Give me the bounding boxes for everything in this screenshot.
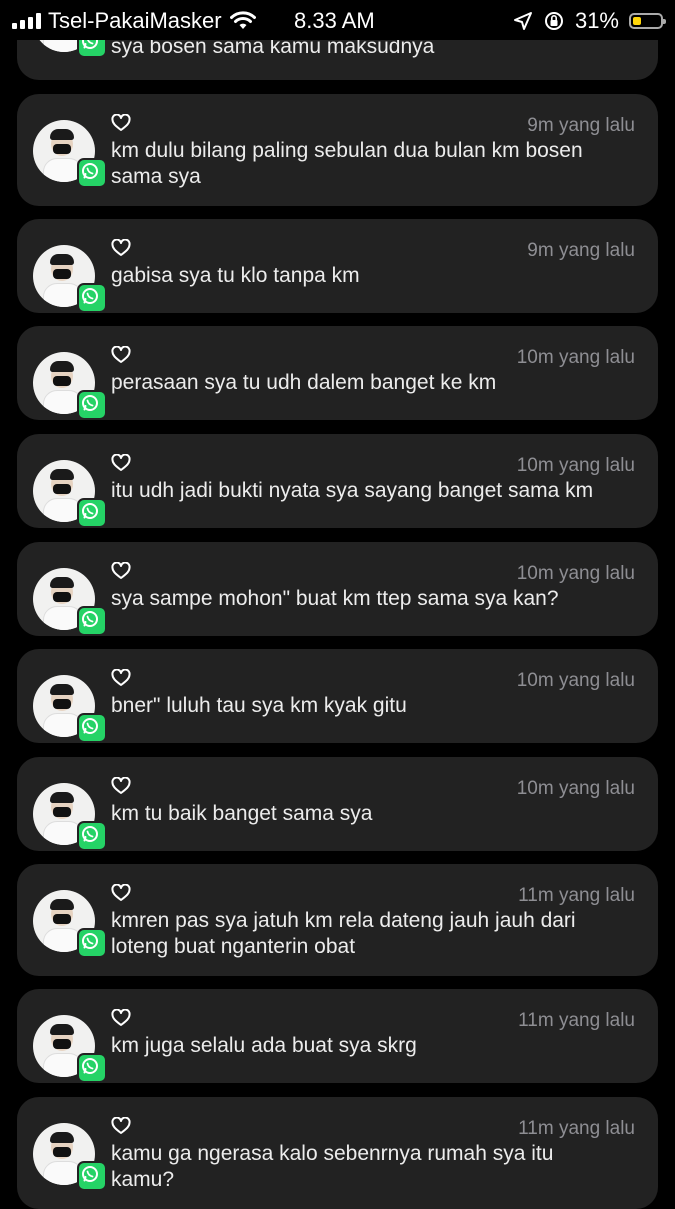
- whatsapp-icon: [77, 606, 107, 636]
- signal-icon: [12, 13, 41, 29]
- heart-icon[interactable]: [111, 114, 131, 132]
- battery-percent: 31%: [574, 8, 619, 33]
- heart-icon[interactable]: [111, 1009, 131, 1027]
- battery-level: [633, 17, 642, 25]
- heart-icon[interactable]: [111, 562, 131, 580]
- notification-message: itu udh jadi bukti nyata sya sayang bang…: [111, 479, 594, 502]
- notification-time: 11m yang lalu: [518, 1010, 635, 1031]
- notification-message: kamu ga ngerasa kalo sebenrnya rumah sya…: [111, 1142, 554, 1191]
- location-arrow-icon: [513, 12, 532, 30]
- notification-time: 11m yang lalu: [518, 1118, 635, 1139]
- notification-time: 10m yang lalu: [516, 347, 635, 368]
- notification-message: sya sampe mohon" buat km ttep sama sya k…: [111, 587, 559, 610]
- whatsapp-icon: [77, 713, 107, 743]
- notification-message: km tu baik banget sama sya: [111, 802, 373, 825]
- whatsapp-icon: [77, 283, 107, 313]
- whatsapp-icon: [77, 821, 107, 851]
- whatsapp-icon: [77, 1161, 107, 1191]
- notification-time: 10m yang lalu: [516, 455, 635, 476]
- status-bar: Tsel-PakaiMasker 8.33 AM 31%: [0, 0, 675, 40]
- heart-icon[interactable]: [111, 346, 131, 364]
- notification-card[interactable]: 11m yang lalu kmren pas sya jatuh km rel…: [17, 864, 658, 976]
- heart-icon[interactable]: [111, 777, 131, 795]
- notification-card[interactable]: 9m yang lalu gabisa sya tu klo tanpa km: [17, 219, 658, 313]
- notification-card[interactable]: 10m yang lalu bner" luluh tau sya km kya…: [17, 649, 658, 743]
- notification-card[interactable]: 9m yang lalu km dulu bilang paling sebul…: [17, 94, 658, 206]
- wifi-icon: [229, 11, 256, 29]
- heart-icon[interactable]: [111, 454, 131, 472]
- notification-card[interactable]: 10m yang lalu km tu baik banget sama sya: [17, 757, 658, 851]
- heart-icon[interactable]: [111, 884, 131, 902]
- notification-message: kmren pas sya jatuh km rela dateng jauh …: [111, 909, 576, 958]
- notification-time: 11m yang lalu: [518, 885, 635, 906]
- status-right: 31%: [513, 8, 666, 34]
- notification-time: 10m yang lalu: [516, 778, 635, 799]
- notification-message: km dulu bilang paling sebulan dua bulan …: [111, 139, 583, 188]
- notification-card[interactable]: 10m yang lalu itu udh jadi bukti nyata s…: [17, 434, 658, 528]
- whatsapp-icon: [77, 1053, 107, 1083]
- notification-card[interactable]: 11m yang lalu km juga selalu ada buat sy…: [17, 989, 658, 1083]
- whatsapp-icon: [77, 158, 107, 188]
- notification-card[interactable]: 10m yang lalu sya sampe mohon" buat km t…: [17, 542, 658, 636]
- battery-icon: [629, 13, 666, 29]
- status-left: Tsel-PakaiMasker: [12, 8, 256, 34]
- notification-message: perasaan sya tu udh dalem banget ke km: [111, 371, 497, 394]
- whatsapp-icon: [77, 498, 107, 528]
- notification-card[interactable]: 10m yang lalu perasaan sya tu udh dalem …: [17, 326, 658, 420]
- notification-card[interactable]: 11m yang lalu kamu ga ngerasa kalo seben…: [17, 1097, 658, 1209]
- carrier-name: Tsel-PakaiMasker: [48, 8, 222, 33]
- heart-icon[interactable]: [111, 239, 131, 257]
- notification-message: gabisa sya tu klo tanpa km: [111, 264, 360, 287]
- whatsapp-icon: [77, 928, 107, 958]
- notification-time: 9m yang lalu: [527, 240, 635, 261]
- notification-time: 10m yang lalu: [516, 563, 635, 584]
- heart-icon[interactable]: [111, 669, 131, 687]
- notification-message: bner" luluh tau sya km kyak gitu: [111, 694, 407, 717]
- whatsapp-icon: [77, 390, 107, 420]
- notification-time: 10m yang lalu: [516, 670, 635, 691]
- notification-time: 9m yang lalu: [527, 115, 635, 136]
- notification-message: km juga selalu ada buat sya skrg: [111, 1034, 417, 1057]
- clock: 8.33 AM: [294, 8, 375, 33]
- heart-icon[interactable]: [111, 1117, 131, 1135]
- orientation-lock-icon: [544, 12, 563, 30]
